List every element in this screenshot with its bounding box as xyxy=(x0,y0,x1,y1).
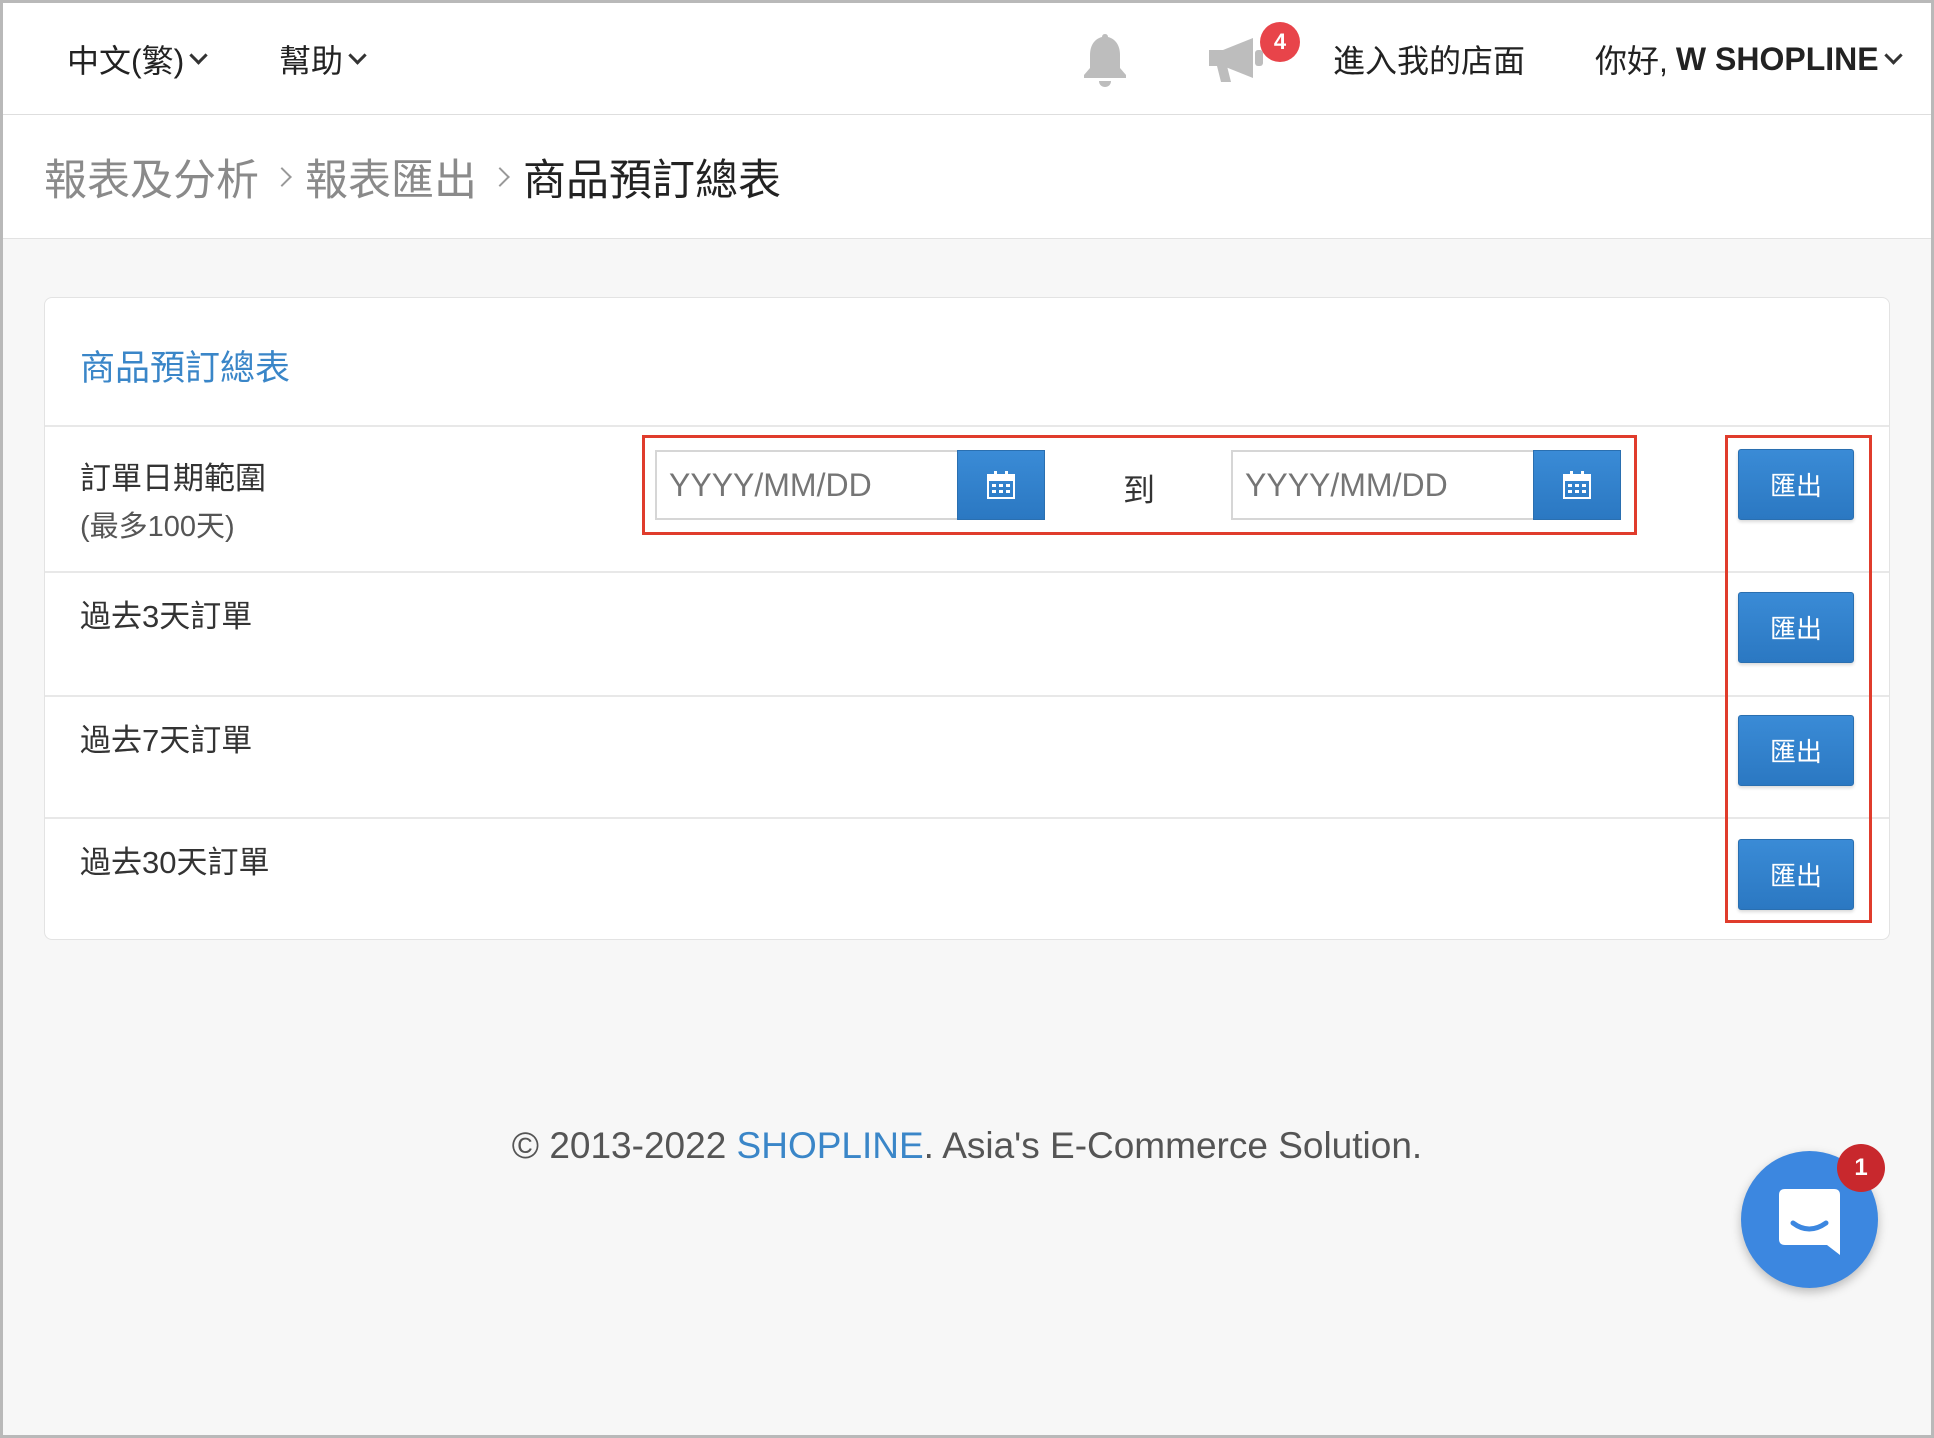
chevron-down-icon xyxy=(1883,45,1903,65)
past-7-days-row: 過去7天訂單 匯出 xyxy=(45,695,1889,817)
language-label: 中文(繁) xyxy=(67,43,185,79)
footer-brand-link[interactable]: SHOPLINE xyxy=(737,1125,924,1166)
enter-store-link[interactable]: 進入我的店面 xyxy=(1333,3,1525,115)
footer-tagline: . Asia's E-Commerce Solution. xyxy=(923,1125,1423,1166)
greeting-text: 你好, xyxy=(1595,43,1668,79)
language-dropdown[interactable]: 中文(繁) xyxy=(67,3,209,115)
chat-unread-badge: 1 xyxy=(1837,1144,1885,1192)
date-range-limit: (最多100天) xyxy=(80,511,235,543)
chevron-right-icon xyxy=(490,167,510,187)
footer: © 2013-2022 SHOPLINE. Asia's E-Commerce … xyxy=(0,1125,1934,1167)
to-label: 到 xyxy=(1123,472,1156,508)
bell-icon xyxy=(1084,34,1126,87)
start-date-calendar-button[interactable] xyxy=(957,450,1045,520)
breadcrumb-item-reports[interactable]: 報表及分析 xyxy=(44,146,259,208)
past-30-days-label: 過去30天訂單 xyxy=(80,845,270,880)
megaphone-icon xyxy=(1209,38,1263,82)
past-7-days-label: 過去7天訂單 xyxy=(80,723,253,758)
breadcrumb-item-report-export[interactable]: 報表匯出 xyxy=(305,146,477,208)
date-range-title: 訂單日期範圍 xyxy=(80,461,266,496)
past-30-days-row: 過去30天訂單 匯出 xyxy=(45,817,1889,939)
notification-bell-button[interactable] xyxy=(1075,3,1135,115)
card-title: 商品預訂總表 xyxy=(80,349,291,388)
export-past-30-days-button[interactable]: 匯出 xyxy=(1738,839,1854,910)
past-3-days-row: 過去3天訂單 匯出 xyxy=(45,571,1889,695)
enter-store-label: 進入我的店面 xyxy=(1333,43,1526,79)
calendar-icon xyxy=(1563,471,1591,499)
top-navbar: 中文(繁) 幫助 4 進入我的店面 你好, W SHOPLINE xyxy=(3,3,1931,115)
help-label: 幫助 xyxy=(279,43,344,79)
breadcrumb-item-current: 商品預訂總表 xyxy=(523,157,781,205)
date-range-label: 訂單日期範圍 (最多100天) xyxy=(80,455,266,551)
breadcrumb-bar: 報表及分析 報表匯出 商品預訂總表 xyxy=(3,115,1931,239)
chevron-down-icon xyxy=(348,45,367,65)
report-card: 商品預訂總表 訂單日期範圍 (最多100天) 到 xyxy=(44,297,1890,940)
chevron-down-icon xyxy=(189,45,209,65)
breadcrumb: 報表及分析 報表匯出 商品預訂總表 xyxy=(44,115,781,239)
footer-copyright: © 2013-2022 xyxy=(511,1125,737,1166)
export-past-3-days-button[interactable]: 匯出 xyxy=(1738,592,1854,663)
export-date-range-button[interactable]: 匯出 xyxy=(1738,449,1854,520)
date-range-row: 訂單日期範圍 (最多100天) 到 xyxy=(45,425,1889,571)
announcement-button[interactable] xyxy=(1201,3,1271,115)
calendar-icon xyxy=(987,471,1015,499)
chevron-right-icon xyxy=(272,167,292,187)
export-past-7-days-button[interactable]: 匯出 xyxy=(1738,715,1854,786)
user-name: W SHOPLINE xyxy=(1675,40,1879,77)
notification-count-badge: 4 xyxy=(1260,22,1300,62)
user-menu-dropdown[interactable]: 你好, W SHOPLINE xyxy=(1595,3,1903,115)
help-dropdown[interactable]: 幫助 xyxy=(279,3,367,115)
end-date-calendar-button[interactable] xyxy=(1533,450,1621,520)
past-3-days-label: 過去3天訂單 xyxy=(80,599,253,634)
